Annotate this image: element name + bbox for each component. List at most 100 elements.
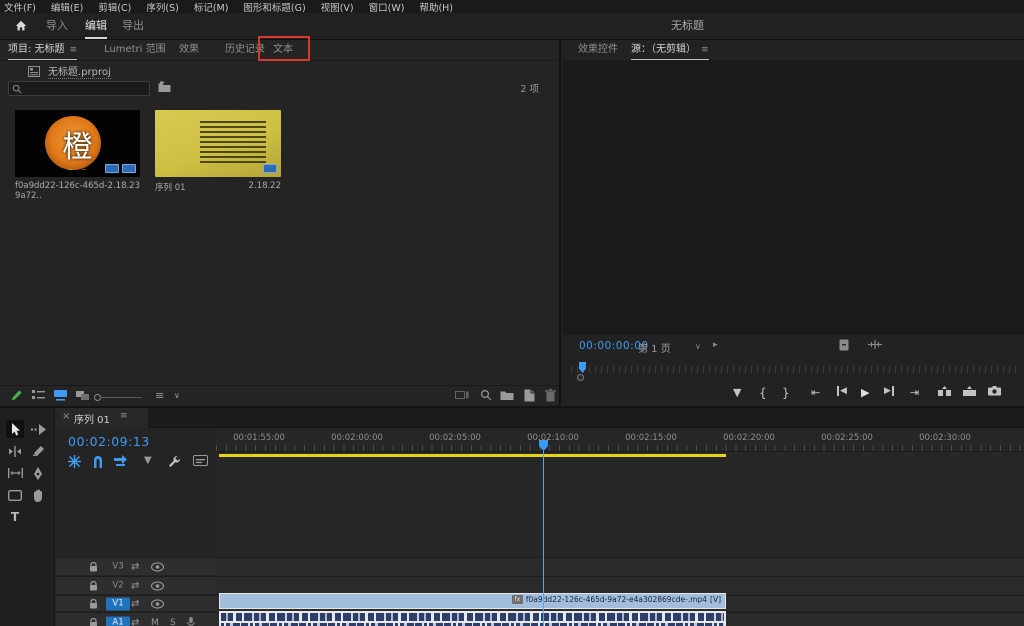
go-to-in-icon[interactable]: ⇤ [811,386,820,399]
lock-icon[interactable] [89,599,98,609]
nest-sequence-icon[interactable] [68,455,81,468]
sequence-tab[interactable]: × 序列 01 ≡ [56,408,148,428]
zoom-slider-track[interactable] [100,397,142,398]
mic-icon[interactable] [187,617,195,626]
menu-file[interactable]: 文件(F) [4,0,36,14]
track-lane-v3[interactable] [216,557,1024,575]
tab-lumetri-scopes[interactable]: Lumetri 范围 [104,40,166,60]
video-clip[interactable]: fx f0a9dd22-126c-465d-9a72-e4a302869cde-… [219,593,726,609]
project-item-sequence-label[interactable]: 序列 01 2.18.22 [155,181,281,193]
pen-tool[interactable] [29,464,47,482]
new-bin-icon[interactable] [500,389,514,401]
work-area-bar[interactable] [219,454,726,457]
sort-icon[interactable]: ≡ [155,389,164,402]
panel-menu-icon[interactable]: ≡ [701,45,709,55]
solo-button[interactable]: S [170,618,176,626]
rectangle-tool[interactable] [6,486,24,504]
ripple-edit-tool[interactable] [6,442,24,460]
mark-out-icon[interactable]: } [782,386,790,400]
menu-window[interactable]: 窗口(W) [369,0,405,14]
razor-tool[interactable] [29,442,47,460]
timeline-playhead-line[interactable] [543,451,544,626]
bin-row[interactable]: 无标题.prproj [28,63,111,79]
mute-button[interactable]: M [151,618,159,626]
slip-tool[interactable] [6,464,24,482]
step-forward-icon[interactable]: ▶ [884,386,894,396]
tab-export[interactable]: 导出 [122,13,144,39]
track-target-v1[interactable]: V1 [106,597,130,610]
track-lane-v2[interactable] [216,576,1024,594]
project-item-video-label[interactable]: f0a9dd22-126c-465d-9a72.. 2.18.23 [15,181,140,201]
audio-clip[interactable] [219,611,726,626]
track-output-eye-icon[interactable] [151,599,164,608]
list-view-icon[interactable] [32,389,45,401]
chevron-down-icon[interactable]: ∨ [695,342,701,351]
icon-view-icon[interactable] [54,389,67,401]
timeline-settings-wrench-icon[interactable] [168,455,181,468]
track-header-a1[interactable]: A1 ⇄ M S [56,612,216,626]
new-item-icon[interactable] [524,389,535,402]
freeform-view-icon[interactable] [76,389,90,401]
sort-chevron-down-icon[interactable]: ∨ [174,391,180,400]
find-icon[interactable] [480,389,492,401]
timeline-ruler[interactable]: 00:01:55:00 00:02:00:00 00:02:05:00 00:0… [216,428,1024,452]
tab-project[interactable]: 项目: 无标题≡ [8,40,77,60]
tab-effect-controls[interactable]: 效果控件 [578,40,618,60]
go-to-out-icon[interactable]: ⇥ [910,386,919,399]
tab-source-monitor[interactable]: 源：（无剪辑）≡ [631,40,709,60]
lock-icon[interactable] [89,618,98,626]
page-next-icon[interactable]: ▸ [713,340,718,350]
timeline-timecode[interactable]: 00:02:09:13 [68,434,150,449]
sync-lock-icon[interactable]: ⇄ [131,618,139,626]
delete-trash-icon[interactable] [545,389,556,402]
play-icon[interactable]: ▶ [861,386,869,399]
project-item-video-thumbnail[interactable]: 橙 — · — [15,110,140,177]
source-scrubber[interactable] [571,362,1016,374]
track-output-eye-icon[interactable] [151,581,164,590]
page-selector[interactable]: 第 1 页 [638,340,671,355]
home-icon[interactable] [14,19,28,33]
selection-tool[interactable] [6,420,24,438]
menu-markers[interactable]: 标记(M) [194,0,229,14]
panel-menu-icon[interactable]: ≡ [120,411,128,421]
tab-effects[interactable]: 效果 [179,40,199,60]
tab-edit[interactable]: 编辑 [85,13,107,39]
panel-menu-icon[interactable]: ≡ [70,45,78,55]
automate-to-sequence-icon[interactable] [455,389,469,401]
overwrite-icon[interactable] [963,386,976,397]
menu-sequence[interactable]: 序列(S) [146,0,178,14]
sync-lock-icon[interactable]: ⇄ [131,561,139,572]
track-select-forward-tool[interactable] [29,420,47,438]
snap-magnet-icon[interactable] [92,455,104,468]
captions-icon[interactable] [193,455,208,466]
add-marker-icon[interactable]: ▼ [144,455,152,466]
tab-import[interactable]: 导入 [46,13,68,39]
close-icon[interactable]: × [62,411,70,422]
track-target-v2[interactable]: V2 [106,579,130,592]
hand-tool[interactable] [29,486,47,504]
mark-in-icon[interactable]: { [759,386,767,400]
settings-icon[interactable] [839,339,849,351]
new-search-bin-icon[interactable] [158,81,171,93]
menu-graphics-titles[interactable]: 图形和标题(G) [243,0,305,14]
button-editor-icon[interactable] [868,339,882,350]
step-back-icon[interactable]: ◀ [837,386,847,396]
lock-icon[interactable] [89,581,98,591]
menu-edit[interactable]: 编辑(E) [51,0,83,14]
sync-lock-icon[interactable]: ⇄ [131,598,139,609]
insert-icon[interactable] [938,386,951,397]
lock-icon[interactable] [89,562,98,572]
linked-selection-icon[interactable] [114,455,128,467]
type-tool[interactable]: T [6,508,24,526]
menu-view[interactable]: 视图(V) [321,0,354,14]
writable-pen-icon[interactable] [10,389,23,402]
track-output-eye-icon[interactable] [151,562,164,571]
menu-help[interactable]: 帮助(H) [419,0,453,14]
track-header-v2[interactable]: V2 ⇄ [56,576,216,594]
track-target-a1[interactable]: A1 [106,617,130,626]
track-header-v1[interactable]: V1 ⇄ [56,595,216,611]
track-header-v3[interactable]: V3 ⇄ [56,557,216,575]
sync-lock-icon[interactable]: ⇄ [131,580,139,591]
add-marker-icon[interactable]: ▼ [733,386,741,399]
search-input[interactable] [8,81,150,96]
